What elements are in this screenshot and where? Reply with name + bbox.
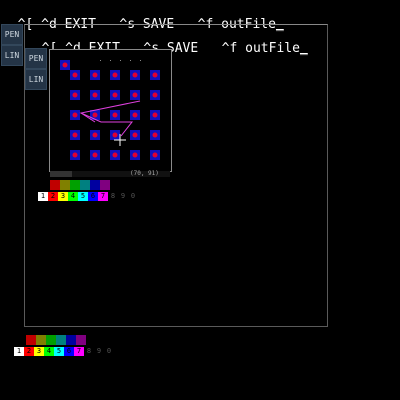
palette-swatch-3[interactable] — [70, 180, 80, 190]
palette-swatch-4[interactable] — [80, 180, 90, 190]
color-number-row: 1234567890 — [38, 192, 138, 201]
inner-pen-tool-button[interactable]: PEN — [25, 48, 47, 69]
pixel-dot — [112, 72, 118, 78]
palette-swatch-6[interactable] — [100, 180, 110, 190]
pixel-dot — [92, 112, 98, 118]
bottom-palette-swatch-2[interactable] — [36, 335, 46, 345]
line-tool-button[interactable]: LIN — [1, 45, 23, 66]
bottom-palette-swatch-4[interactable] — [56, 335, 66, 345]
pixel-dot — [132, 72, 138, 78]
bottom-palette-color-key-7[interactable]: 7 — [74, 347, 84, 356]
palette-color-key-3[interactable]: 3 — [58, 192, 68, 201]
pixel-dot — [112, 152, 118, 158]
pixel-dot — [72, 112, 78, 118]
bottom-palette-swatch-3[interactable] — [46, 335, 56, 345]
pixel-dot — [92, 92, 98, 98]
bottom-palette-color-key-5[interactable]: 5 — [54, 347, 64, 356]
pixel-dot — [132, 132, 138, 138]
palette-color-key-6[interactable]: 6 — [88, 192, 98, 201]
palette-swatch-1[interactable] — [50, 180, 60, 190]
scroll-track — [50, 171, 72, 177]
pixel-dot — [72, 152, 78, 158]
bottom-palette-color-key-3[interactable]: 3 — [34, 347, 44, 356]
pixel-dot — [112, 92, 118, 98]
pixel-dot — [152, 72, 158, 78]
pixel-grid[interactable] — [50, 50, 171, 171]
palette-color-key-9[interactable]: 9 — [118, 192, 128, 201]
pixel-dot — [132, 112, 138, 118]
guide-dot — [110, 60, 111, 61]
palette-swatch-2[interactable] — [60, 180, 70, 190]
line-tool-label: LIN — [4, 51, 20, 60]
coordinate-readout: (70, 91) — [50, 171, 170, 177]
pixel-dot — [92, 152, 98, 158]
pixel-dot — [152, 152, 158, 158]
bottom-palette-swatch-6[interactable] — [76, 335, 86, 345]
bottom-palette-swatch-5[interactable] — [66, 335, 76, 345]
bottom-palette-color-key-8[interactable]: 8 — [84, 347, 94, 356]
pixel-dot — [72, 132, 78, 138]
pixel-dot — [152, 92, 158, 98]
bottom-palette-color-key-9[interactable]: 9 — [94, 347, 104, 356]
guide-dot — [100, 60, 101, 61]
coordinate-text: (70, 91) — [130, 170, 159, 177]
palette-color-key-7[interactable]: 7 — [98, 192, 108, 201]
pixel-dot — [92, 72, 98, 78]
bottom-color-palette — [26, 335, 86, 345]
guide-dot — [130, 60, 131, 61]
inner-pen-tool-label: PEN — [28, 54, 44, 63]
pixel-dot — [132, 92, 138, 98]
color-palette — [50, 180, 110, 190]
pixel-dot — [112, 132, 118, 138]
palette-color-key-0[interactable]: 0 — [128, 192, 138, 201]
guide-dot — [120, 60, 121, 61]
palette-swatch-5[interactable] — [90, 180, 100, 190]
pixel-dot — [132, 152, 138, 158]
palette-color-key-1[interactable]: 1 — [38, 192, 48, 201]
palette-color-key-8[interactable]: 8 — [108, 192, 118, 201]
palette-color-key-5[interactable]: 5 — [78, 192, 88, 201]
pixel-dot — [62, 62, 68, 68]
bottom-palette-color-key-4[interactable]: 4 — [44, 347, 54, 356]
pen-tool-label: PEN — [4, 30, 20, 39]
bottom-color-number-row: 1234567890 — [14, 347, 114, 356]
pixel-dot — [112, 112, 118, 118]
pixel-dot — [152, 112, 158, 118]
inner-line-tool-label: LIN — [28, 75, 44, 84]
guide-dot — [140, 60, 141, 61]
palette-color-key-4[interactable]: 4 — [68, 192, 78, 201]
pixel-dot — [92, 132, 98, 138]
pixel-dot — [152, 132, 158, 138]
pixel-dot — [72, 92, 78, 98]
bottom-palette-swatch-1[interactable] — [26, 335, 36, 345]
pen-tool-button[interactable]: PEN — [1, 24, 23, 45]
bottom-palette-color-key-0[interactable]: 0 — [104, 347, 114, 356]
bottom-palette-color-key-2[interactable]: 2 — [24, 347, 34, 356]
bottom-palette-color-key-1[interactable]: 1 — [14, 347, 24, 356]
palette-color-key-2[interactable]: 2 — [48, 192, 58, 201]
drawing-canvas[interactable] — [49, 49, 172, 172]
bottom-palette-color-key-6[interactable]: 6 — [64, 347, 74, 356]
inner-text-cursor: _ — [299, 41, 308, 56]
inner-line-tool-button[interactable]: LIN — [25, 69, 47, 90]
pixel-dot — [72, 72, 78, 78]
